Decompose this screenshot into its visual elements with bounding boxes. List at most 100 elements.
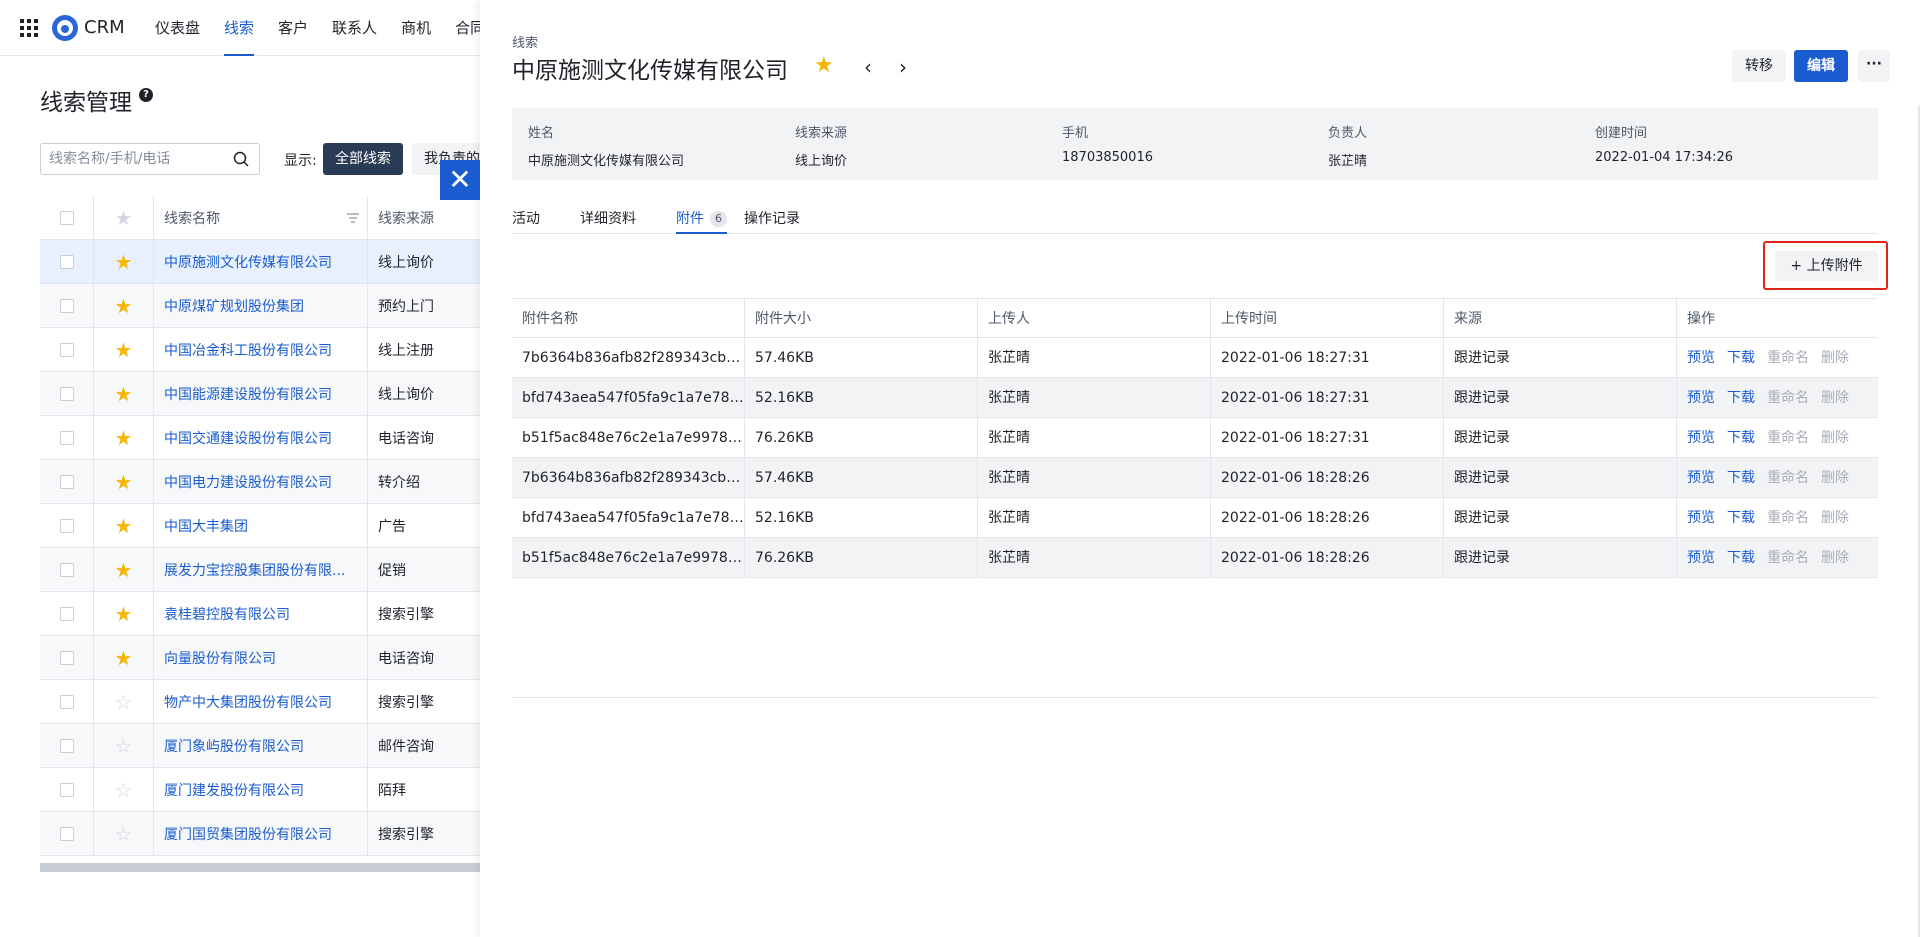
apps-grid-icon[interactable] bbox=[20, 19, 38, 37]
row-checkbox[interactable] bbox=[59, 650, 74, 665]
star-icon[interactable]: ☆ bbox=[115, 692, 133, 712]
star-icon[interactable]: ☆ bbox=[115, 736, 133, 756]
file-source: 跟进记录 bbox=[1444, 538, 1677, 578]
row-checkbox[interactable] bbox=[59, 386, 74, 401]
row-checkbox[interactable] bbox=[59, 782, 74, 797]
row-checkbox[interactable] bbox=[59, 474, 74, 489]
star-icon[interactable]: ★ bbox=[115, 428, 133, 448]
lead-name-link[interactable]: 袁桂碧控股有限公司 bbox=[154, 591, 368, 636]
lead-name-link[interactable]: 厦门国贸集团股份有限公司 bbox=[154, 811, 368, 856]
download-link[interactable]: 下载 bbox=[1727, 350, 1755, 366]
row-checkbox[interactable] bbox=[59, 738, 74, 753]
star-icon[interactable]: ★ bbox=[115, 252, 133, 272]
download-link[interactable]: 下载 bbox=[1727, 550, 1755, 566]
tab-operation-log[interactable]: 操作记录 bbox=[744, 208, 800, 234]
file-size: 57.46KB bbox=[745, 458, 978, 498]
download-link[interactable]: 下载 bbox=[1727, 470, 1755, 486]
table-row[interactable]: ★ 中国冶金科工股份有限公司 线上注册 bbox=[40, 327, 480, 372]
lead-name-link[interactable]: 中国大丰集团 bbox=[154, 503, 368, 548]
row-actions: 预览 下载 重命名 删除 bbox=[1677, 378, 1878, 418]
star-icon[interactable]: ★ bbox=[115, 340, 133, 360]
lead-name-link[interactable]: 厦门建发股份有限公司 bbox=[154, 767, 368, 812]
row-checkbox[interactable] bbox=[59, 430, 74, 445]
star-icon[interactable]: ★ bbox=[115, 648, 133, 668]
transfer-button[interactable]: 转移 bbox=[1732, 50, 1786, 82]
row-checkbox[interactable] bbox=[59, 562, 74, 577]
lead-search-input[interactable] bbox=[41, 144, 221, 174]
chevron-left-icon[interactable]: ‹ bbox=[864, 55, 872, 79]
table-row[interactable]: ★ 中国交通建设股份有限公司 电话咨询 bbox=[40, 415, 480, 460]
table-row[interactable]: ★ 中国电力建设股份有限公司 转介绍 bbox=[40, 459, 480, 504]
preview-link[interactable]: 预览 bbox=[1687, 350, 1715, 366]
help-icon[interactable]: ? bbox=[139, 88, 153, 102]
row-checkbox[interactable] bbox=[59, 254, 74, 269]
table-row[interactable]: ★ 袁桂碧控股有限公司 搜索引擎 bbox=[40, 591, 480, 636]
preview-link[interactable]: 预览 bbox=[1687, 550, 1715, 566]
lead-name-link[interactable]: 厦门象屿股份有限公司 bbox=[154, 723, 368, 768]
star-icon[interactable]: ★ bbox=[115, 472, 133, 492]
star-icon[interactable]: ★ bbox=[115, 516, 133, 536]
horizontal-scrollbar[interactable] bbox=[40, 863, 480, 872]
row-checkbox[interactable] bbox=[59, 694, 74, 709]
table-row[interactable]: ★ 中国大丰集团 广告 bbox=[40, 503, 480, 548]
preview-link[interactable]: 预览 bbox=[1687, 430, 1715, 446]
preview-link[interactable]: 预览 bbox=[1687, 470, 1715, 486]
preview-link[interactable]: 预览 bbox=[1687, 510, 1715, 526]
nav-tab-contacts[interactable]: 联系人 bbox=[320, 0, 389, 56]
star-icon[interactable]: ★ bbox=[115, 296, 133, 316]
row-checkbox[interactable] bbox=[59, 826, 74, 841]
star-icon[interactable]: ★ bbox=[115, 384, 133, 404]
chevron-right-icon[interactable]: › bbox=[899, 55, 907, 79]
star-icon[interactable]: ★ bbox=[115, 560, 133, 580]
table-row[interactable]: ☆ 厦门国贸集团股份有限公司 搜索引擎 bbox=[40, 811, 480, 856]
lead-name-link[interactable]: 中国交通建设股份有限公司 bbox=[154, 415, 368, 460]
preview-link[interactable]: 预览 bbox=[1687, 390, 1715, 406]
lead-name-link[interactable]: 展发力宝控股集团股份有限... bbox=[154, 547, 368, 592]
select-all-checkbox[interactable] bbox=[59, 210, 74, 225]
star-icon[interactable]: ☆ bbox=[115, 780, 133, 800]
table-row[interactable]: ★ 中原煤矿规划股份集团 预约上门 bbox=[40, 283, 480, 328]
row-checkbox[interactable] bbox=[59, 298, 74, 313]
lead-name-link[interactable]: 中原煤矿规划股份集团 bbox=[154, 283, 368, 328]
lead-name-link[interactable]: 物产中大集团股份有限公司 bbox=[154, 679, 368, 724]
tab-attachments[interactable]: 附件 6 bbox=[676, 208, 727, 234]
column-header-file-name: 附件名称 bbox=[512, 299, 745, 339]
star-icon[interactable]: ☆ bbox=[115, 824, 133, 844]
row-checkbox[interactable] bbox=[59, 342, 74, 357]
nav-tab-leads[interactable]: 线索 bbox=[212, 0, 266, 56]
tab-details[interactable]: 详细资料 bbox=[580, 208, 636, 234]
table-row[interactable]: ☆ 物产中大集团股份有限公司 搜索引擎 bbox=[40, 679, 480, 724]
table-row[interactable]: ★ 展发力宝控股集团股份有限... 促销 bbox=[40, 547, 480, 592]
table-row[interactable]: ★ 中原施测文化传媒有限公司 线上询价 bbox=[40, 239, 480, 284]
close-drawer-button[interactable]: ✕ bbox=[440, 160, 480, 200]
nav-tab-dashboard[interactable]: 仪表盘 bbox=[143, 0, 212, 56]
nav-tab-opportunities[interactable]: 商机 bbox=[389, 0, 443, 56]
more-options-button[interactable]: ··· bbox=[1858, 50, 1890, 82]
lead-name-link[interactable]: 中国能源建设股份有限公司 bbox=[154, 371, 368, 416]
table-row[interactable]: ★ 中国能源建设股份有限公司 线上询价 bbox=[40, 371, 480, 416]
filter-icon[interactable] bbox=[347, 212, 359, 223]
download-link[interactable]: 下载 bbox=[1727, 510, 1755, 526]
rename-link: 重命名 bbox=[1767, 470, 1809, 486]
download-link[interactable]: 下载 bbox=[1727, 390, 1755, 406]
tab-activity[interactable]: 活动 bbox=[512, 208, 540, 234]
lead-name-link[interactable]: 中国电力建设股份有限公司 bbox=[154, 459, 368, 504]
table-row[interactable]: ★ 向量股份有限公司 电话咨询 bbox=[40, 635, 480, 680]
filter-all-leads-button[interactable]: 全部线索 bbox=[323, 143, 403, 175]
lead-name-link[interactable]: 中原施测文化传媒有限公司 bbox=[154, 239, 368, 284]
star-icon[interactable]: ★ bbox=[115, 604, 133, 624]
upload-time: 2022-01-06 18:28:26 bbox=[1211, 538, 1444, 578]
upload-attachment-button[interactable]: + 上传附件 bbox=[1775, 251, 1878, 281]
lead-name-link[interactable]: 向量股份有限公司 bbox=[154, 635, 368, 680]
search-icon[interactable] bbox=[233, 151, 249, 167]
download-link[interactable]: 下载 bbox=[1727, 430, 1755, 446]
nav-tab-customers[interactable]: 客户 bbox=[266, 0, 320, 56]
lead-name-link[interactable]: 中国冶金科工股份有限公司 bbox=[154, 327, 368, 372]
edit-button[interactable]: 编辑 bbox=[1794, 50, 1848, 82]
rename-link: 重命名 bbox=[1767, 550, 1809, 566]
row-checkbox[interactable] bbox=[59, 518, 74, 533]
row-checkbox[interactable] bbox=[59, 606, 74, 621]
favorite-star-icon[interactable]: ★ bbox=[814, 53, 834, 78]
table-row[interactable]: ☆ 厦门建发股份有限公司 陌拜 bbox=[40, 767, 480, 812]
table-row[interactable]: ☆ 厦门象屿股份有限公司 邮件咨询 bbox=[40, 723, 480, 768]
